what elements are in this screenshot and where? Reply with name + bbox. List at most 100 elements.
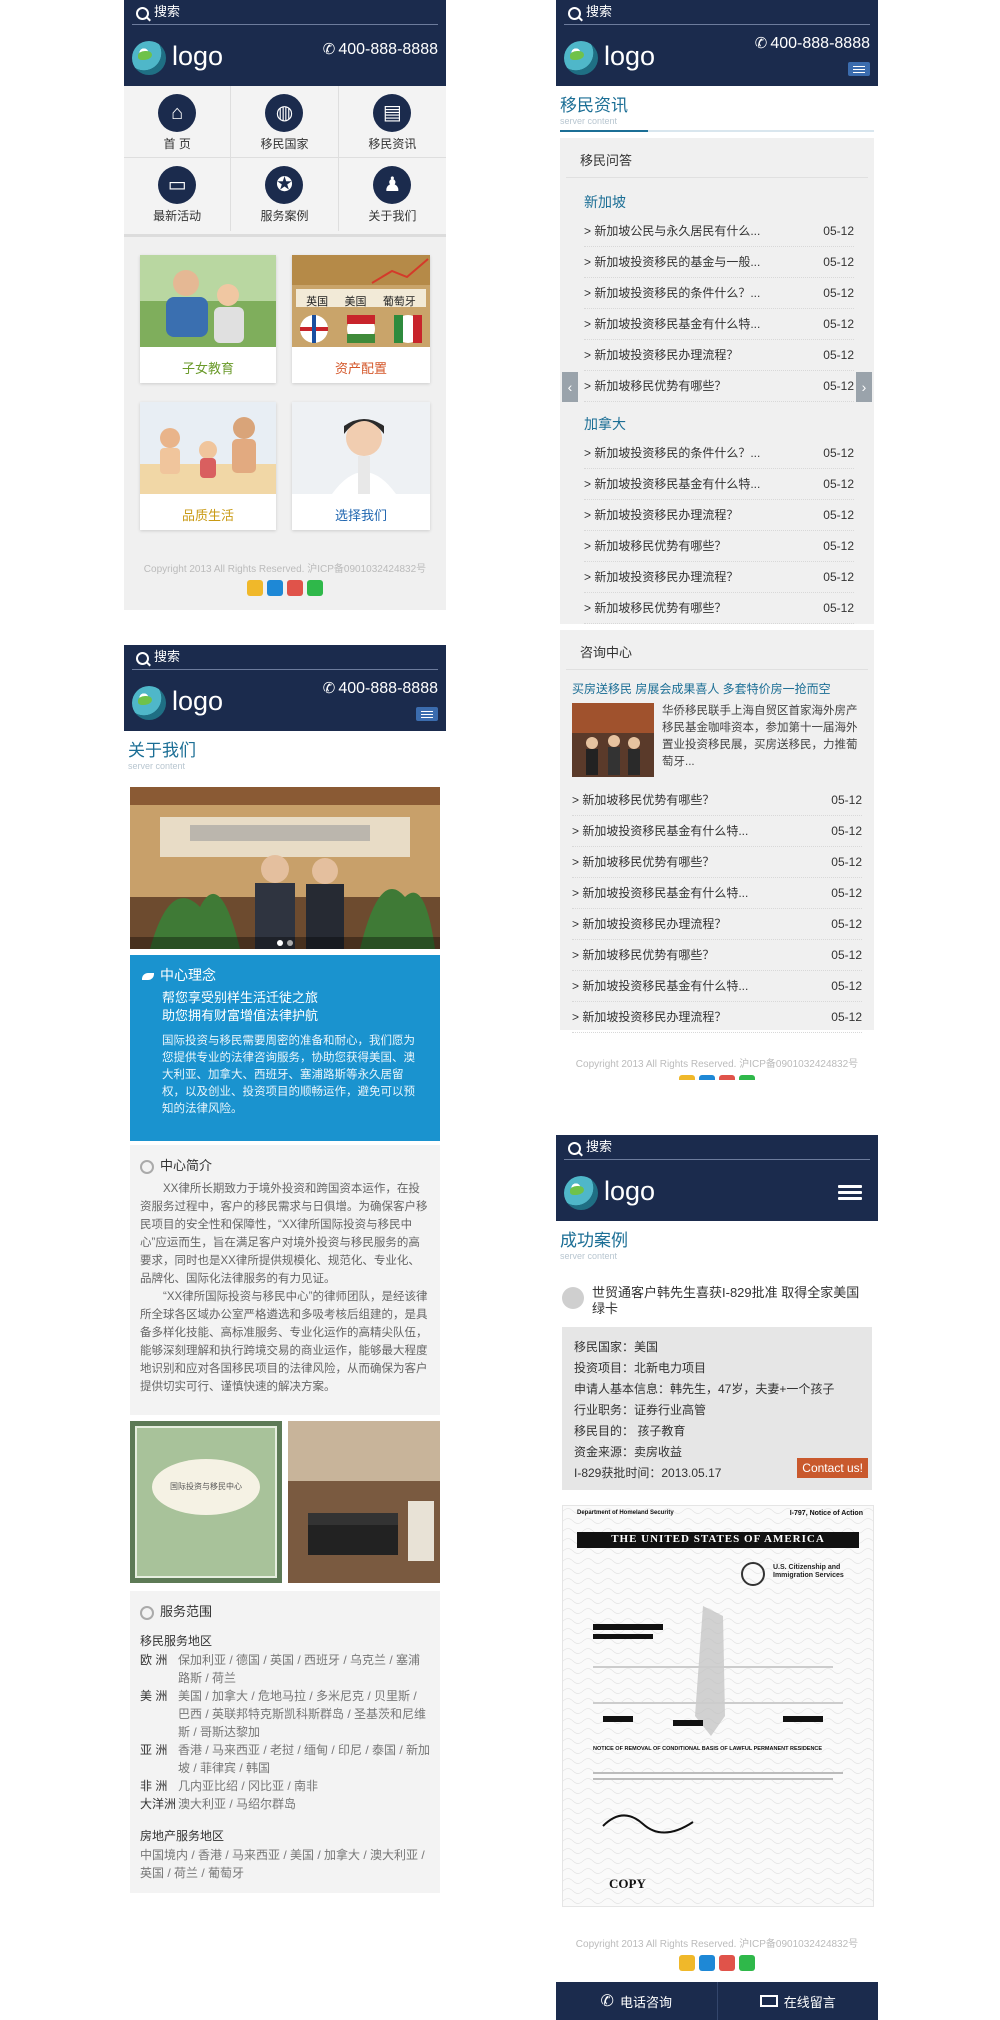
qa-heading: 移民问答 (566, 138, 868, 178)
card-asset-allocation[interactable]: 英国 美国 葡萄牙 资产配置 (292, 255, 430, 383)
news-screen: 搜索 logo ✆ 400-888-8888 移民资讯 server conten… (556, 0, 878, 1080)
news-item[interactable]: > 新加坡投资移民办理流程？ 05-12 (584, 340, 854, 371)
news-item[interactable]: > 新加坡投资移民的条件什么？... 05-12 (584, 278, 854, 309)
consult-item[interactable]: > 新加坡移民优势有哪些？ 05-12 (572, 785, 862, 816)
contact-us-button[interactable]: Contact us! (797, 1458, 868, 1478)
nav-item[interactable]: ✪ 服务案例 (231, 158, 339, 231)
logo[interactable]: logo (604, 1175, 655, 1207)
nav-item[interactable]: ◍ 移民国家 (231, 86, 339, 158)
plaque-text: 国际投资与移民中心 (170, 1482, 242, 1491)
consult-item[interactable]: > 新加坡投资移民基金有什么特... 05-12 (572, 878, 862, 909)
logo[interactable]: logo (172, 685, 223, 717)
qq-icon[interactable] (699, 1074, 715, 1080)
card-choose-us[interactable]: 选择我们 (292, 402, 430, 530)
news-item[interactable]: > 新加坡投资移民的条件什么？... 05-12 (584, 438, 854, 469)
menu-button[interactable] (848, 62, 870, 76)
scope-heading: 服务范围 (160, 1604, 213, 1619)
search-input[interactable]: 搜索 (154, 4, 180, 20)
hamburger-menu-icon[interactable] (838, 1185, 862, 1201)
carousel-next-arrow[interactable]: › (856, 372, 872, 402)
group-heading[interactable]: 新加坡 (584, 178, 854, 216)
page-title: 关于我们 (128, 741, 196, 760)
phone-number[interactable]: ✆ 400-888-8888 (323, 679, 438, 698)
weibo-icon[interactable] (719, 1074, 735, 1080)
news-item[interactable]: > 新加坡公民与永久居民有什么... 05-12 (584, 216, 854, 247)
card-child-education[interactable]: 子女教育 (140, 255, 276, 383)
region-row: 亚 洲香港 / 马来西亚 / 老挝 / 缅甸 / 印尼 / 泰国 / 新加坡 /… (140, 1741, 430, 1777)
headline-link[interactable]: 买房送移民 房展会成果喜人 多套特价房一抢而空 (560, 670, 874, 703)
logo[interactable]: logo (604, 40, 655, 72)
consult-item[interactable]: > 新加坡投资移民办理流程？ 05-12 (572, 909, 862, 940)
search-bar[interactable]: 搜索 (556, 0, 878, 28)
plaque-photo (130, 1421, 282, 1583)
search-input[interactable]: 搜索 (586, 1139, 612, 1155)
weibo-icon[interactable] (719, 1954, 735, 1971)
news-item[interactable]: > 新加坡投资移民办理流程？ 05-12 (584, 500, 854, 531)
mail-icon[interactable] (679, 1954, 695, 1971)
carousel-prev-arrow[interactable]: ‹ (562, 372, 578, 402)
mail-icon[interactable] (247, 579, 263, 596)
news-item-date: 05-12 (823, 539, 854, 553)
news-item[interactable]: > 新加坡投资移民办理流程？ 05-12 (584, 562, 854, 593)
envelope-icon (759, 1995, 778, 2007)
logo[interactable]: logo (172, 40, 223, 72)
nav-item[interactable]: ▭ 最新活动 (124, 158, 232, 231)
consult-item[interactable]: > 新加坡移民优势有哪些？ 05-12 (572, 847, 862, 878)
page-subtitle: server content (560, 116, 618, 126)
wechat-icon[interactable] (739, 1074, 755, 1080)
nav-item[interactable]: ♟ 关于我们 (339, 158, 446, 231)
nav-item[interactable]: ⌂ 首 页 (124, 86, 232, 158)
nav-item[interactable]: ▤ 移民资讯 (338, 86, 446, 158)
tv-icon: ▭ (158, 166, 197, 204)
news-item[interactable]: > 新加坡投资移民基金有什么特... 05-12 (584, 309, 854, 340)
consult-item[interactable]: > 新加坡投资移民基金有什么特... 05-12 (572, 971, 862, 1002)
consultant-photo (292, 402, 430, 494)
case-detail-line: 移民目的： 孩子教育 (574, 1424, 686, 1438)
search-bar[interactable]: 搜索 (556, 1135, 878, 1163)
region-name: 欧 洲 (140, 1653, 168, 1667)
nav-label: 关于我们 (368, 209, 417, 223)
call-button[interactable]: ✆ 电话咨询 (556, 1982, 718, 2020)
medal-icon: ✪ (265, 166, 304, 204)
news-item[interactable]: > 新加坡移民优势有哪些？ 05-12 (584, 371, 854, 402)
consult-item-title: > 新加坡投资移民基金有什么特... (572, 824, 749, 838)
group-heading[interactable]: 加拿大 (584, 402, 854, 438)
search-input[interactable]: 搜索 (586, 4, 612, 20)
divider (560, 130, 874, 132)
news-item-date: 05-12 (823, 446, 854, 460)
search-bar[interactable]: 搜索 (124, 645, 446, 673)
qq-icon[interactable] (267, 579, 283, 596)
search-bar[interactable]: 搜索 (124, 0, 446, 28)
weibo-icon[interactable] (287, 579, 303, 596)
headline-article[interactable]: 华侨移民联手上海自贸区首家海外房产移民基金咖啡资本，参加第十一届海外置业投资移民… (560, 703, 874, 777)
news-item-title: > 新加坡投资移民的基金与一般... (584, 255, 761, 269)
qq-icon[interactable] (699, 1954, 715, 1971)
search-input[interactable]: 搜索 (154, 649, 180, 665)
consult-item[interactable]: > 新加坡移民优势有哪些？ 05-12 (572, 940, 862, 971)
logo-globe-icon (132, 686, 166, 720)
wechat-icon[interactable] (739, 1954, 755, 1971)
social-links (556, 1074, 878, 1080)
leaf-icon (142, 972, 154, 980)
mail-icon[interactable] (679, 1074, 695, 1080)
news-item[interactable]: > 新加坡投资移民基金有什么特... 05-12 (584, 469, 854, 500)
news-item[interactable]: > 新加坡移民优势有哪些？ 05-12 (584, 593, 854, 624)
menu-button[interactable] (416, 707, 438, 721)
case-heading[interactable]: 世贸通客户韩先生喜获I-829批准 取得全家美国绿卡 (562, 1285, 872, 1317)
wechat-icon[interactable] (307, 579, 323, 596)
header: 搜索 logo ✆ 400-888-8888 (124, 0, 446, 86)
region-name: 亚 洲 (140, 1743, 168, 1757)
news-item[interactable]: > 新加坡投资移民的基金与一般... 05-12 (584, 247, 854, 278)
phone-number[interactable]: ✆ 400-888-8888 (323, 40, 438, 59)
card-label: 子女教育 (181, 361, 234, 376)
news-item-title: > 新加坡投资移民的条件什么？... (584, 286, 761, 300)
news-item[interactable]: > 新加坡移民优势有哪些？ 05-12 (584, 531, 854, 562)
phone-number[interactable]: ✆ 400-888-8888 (755, 34, 870, 53)
nav-label: 移民资讯 (368, 137, 417, 151)
news-item-title: > 新加坡投资移民基金有什么特... (584, 317, 761, 331)
consult-item[interactable]: > 新加坡投资移民基金有什么特... 05-12 (572, 816, 862, 847)
qa-panel: 移民问答 新加坡 > 新加坡公民与永久居民有什么... 05-12 > 新加坡投资移民… (560, 138, 874, 624)
consult-item[interactable]: > 新加坡投资移民办理流程？ 05-12 (572, 1002, 862, 1033)
card-quality-life[interactable]: 品质生活 (140, 402, 276, 530)
message-button[interactable]: 在线留言 (718, 1982, 879, 2020)
